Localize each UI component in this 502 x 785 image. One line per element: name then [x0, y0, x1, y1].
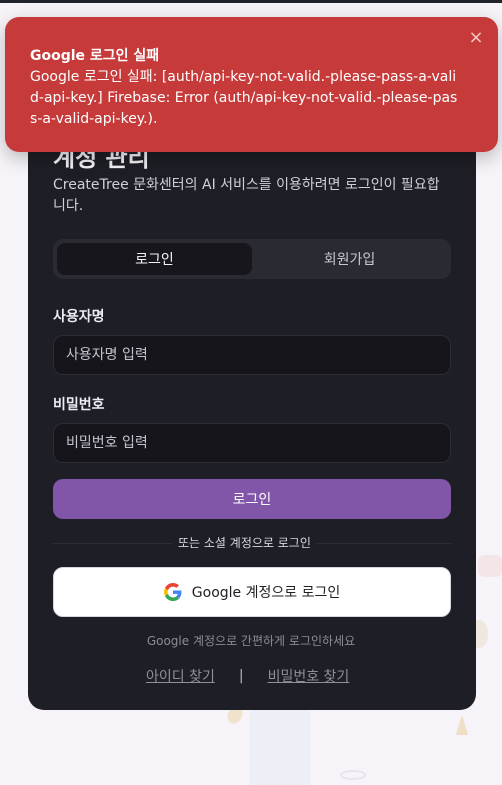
google-hint: Google 계정으로 간편하게 로그인하세요: [146, 634, 356, 648]
google-button-label: Google 계정으로 로그인: [191, 585, 341, 601]
auth-tabs: 로그인 회원가입: [53, 239, 451, 279]
top-bar: [0, 0, 502, 3]
google-login-button[interactable]: Google 계정으로 로그인: [53, 567, 451, 617]
close-icon[interactable]: ×: [467, 29, 485, 47]
link-separator: |: [238, 668, 244, 684]
login-card: [28, 130, 476, 710]
triangle-decoration: [456, 715, 468, 735]
toast-message: Google 로그인 실패: [auth/api-key-not-valid.-…: [30, 69, 458, 127]
find-id-link[interactable]: 아이디 찾기: [146, 666, 215, 686]
toast-title: Google 로그인 실패: [30, 48, 160, 64]
username-input[interactable]: [53, 335, 451, 375]
tab-login[interactable]: 로그인: [57, 243, 252, 275]
shoe-decoration: [478, 555, 502, 577]
tab-signup[interactable]: 회원가입: [252, 243, 447, 275]
find-password-link[interactable]: 비밀번호 찾기: [268, 666, 350, 686]
google-g-icon: [163, 583, 182, 601]
account-links: 아이디 찾기 | 비밀번호 찾기: [146, 666, 349, 686]
password-input[interactable]: [53, 423, 451, 463]
username-label: 사용자명: [53, 309, 105, 325]
page-description: CreateTree 문화센터의 AI 서비스를 이용하려면 로그인이 필요합니…: [53, 177, 440, 214]
swirl-decoration: [340, 770, 366, 780]
password-label: 비밀번호: [53, 397, 105, 413]
social-divider-text: 또는 소셜 계정으로 로그인: [172, 534, 317, 552]
login-button[interactable]: 로그인: [53, 479, 451, 519]
error-toast: Google 로그인 실패 Google 로그인 실패: [auth/api-k…: [5, 17, 498, 152]
